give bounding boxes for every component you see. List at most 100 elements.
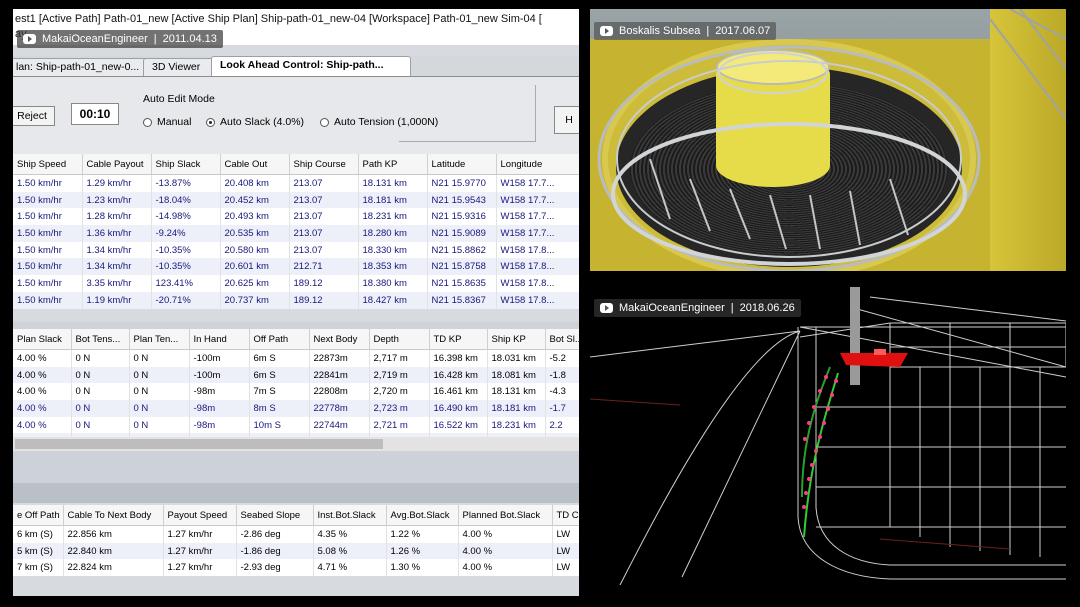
time-field[interactable]: 00:10 [71,103,119,125]
side-button[interactable]: H [554,106,579,134]
table-cell: W158 17.7... [496,174,579,192]
table-cell: -10.35% [151,258,221,276]
table-cell: 213.07 [289,208,359,226]
col-header[interactable]: TD KP [429,329,488,350]
table-cell: -1.7 [545,400,579,417]
col-header[interactable]: Bot Sl... [545,329,579,350]
col-header[interactable]: Next Body [309,329,370,350]
table-cell: 1.22 % [386,525,459,543]
table-cell: W158 17.7... [496,208,579,226]
col-header[interactable]: TD C [552,505,579,526]
table-cell: 18.131 km [487,383,546,401]
col-header[interactable]: Ship KP [487,329,546,350]
col-header[interactable]: Off Path [249,329,310,350]
cable-data-table: Plan Slack Bot Tens... Plan Ten... In Ha… [13,329,579,451]
table-cell: N21 15.9316 [427,208,497,226]
col-header[interactable]: Ship Slack [151,154,221,175]
table-cell: 18.031 km [487,349,546,367]
reject-button[interactable]: Reject [13,106,55,126]
table-cell: 22808m [309,383,370,401]
table-cell: 1.50 km/hr [13,275,83,292]
table-cell: 1.50 km/hr [13,191,83,209]
col-header[interactable]: Cable Out [220,154,290,175]
col-header[interactable]: Avg.Bot.Slack [386,505,459,526]
table-row[interactable]: 1.50 km/hr 3.35 km/hr 123.41% 20.625 km 189.… [13,275,579,292]
table-cell: -100m [189,349,250,367]
col-header[interactable]: Bot Tens... [71,329,130,350]
col-header[interactable]: e Off Path [13,505,64,526]
col-header[interactable]: Plan Slack [13,329,72,350]
table-cell: -14.98% [151,208,221,226]
youtube-icon [600,303,613,313]
table-row[interactable]: 4.00 % 0 N0 N -100m 6m S 22841m 2,719 m 16.428… [13,366,579,384]
col-header[interactable]: Plan Ten... [129,329,190,350]
spacer-area [13,451,579,483]
scrollbar-thumb[interactable] [15,439,383,449]
table-row[interactable]: 1.50 km/hr 1.19 km/hr -20.71% 20.737 km 189.… [13,291,579,309]
table-cell: 0 N [129,349,190,367]
table-cell: 20.493 km [220,208,290,226]
table-row[interactable]: 1.50 km/hr 1.34 km/hr -10.35% 20.601 km 212.… [13,258,579,276]
col-header[interactable]: Ship Speed [13,154,83,175]
table-row[interactable]: 1.50 km/hr 1.36 km/hr -9.24% 20.535 km 213.0… [13,225,579,242]
table-cell: LW [552,542,579,560]
table-header-row: Ship Speed Cable Payout Ship Slack Cable… [13,154,579,175]
table-cell: 0 N [71,400,130,417]
table-row[interactable]: 5 km (S) 22.840 km 1.27 km/hr -1.86 deg 5.08… [13,542,579,560]
col-header[interactable]: Inst.Bot.Slack [313,505,387,526]
table-cell: 16.428 km [429,366,488,384]
table-cell: N21 15.8635 [427,275,497,292]
upload-date: 2017.06.07 [715,25,771,37]
table-row[interactable]: 1.50 km/hr 1.28 km/hr -14.98% 20.493 km 213.… [13,208,579,226]
radio-auto-slack[interactable]: Auto Slack (4.0%) [206,116,304,128]
tab-look-ahead-control[interactable]: Look Ahead Control: Ship-path... [211,56,411,76]
table-row[interactable]: 4.00 % 0 N0 N -100m 6m S 22873m 2,717 m 16.398… [13,349,579,367]
horizontal-scrollbar[interactable] [13,437,579,451]
table-row[interactable]: 4.00 % 0 N0 N -98m 7m S 22808m 2,720 m 16.461 … [13,383,579,401]
table-cell: 1.23 km/hr [82,191,152,209]
table-cell: 0 N [71,366,130,384]
table-cell: 6m S [249,366,310,384]
col-header[interactable]: In Hand [189,329,250,350]
col-header[interactable]: Seabed Slope [236,505,314,526]
table-cell: 20.408 km [220,174,290,192]
col-header[interactable]: Depth [369,329,430,350]
table-cell: 20.601 km [220,258,290,276]
table-cell: 22.840 km [63,542,164,560]
upload-date: 2018.06.26 [739,302,795,314]
col-header[interactable]: Planned Bot.Slack [458,505,553,526]
col-header[interactable]: Path KP [358,154,428,175]
table-cell: 18.353 km [358,258,428,276]
table-row[interactable]: 7 km (S) 22.824 km 1.27 km/hr -2.93 deg 4.71… [13,559,579,577]
section-bar [13,483,579,503]
table-row[interactable]: 4.00 % 0 N0 N -98m 8m S 22778m 2,723 m 16.490 … [13,400,579,417]
col-header[interactable]: Cable Payout [82,154,152,175]
tab-ship-plan[interactable]: lan: Ship-path-01_new-0... [13,58,153,76]
col-header[interactable]: Payout Speed [163,505,237,526]
table-row[interactable]: 6 km (S) 22.856 km 1.27 km/hr -2.86 deg 4.35… [13,525,579,543]
table-row[interactable]: 1.50 km/hr 1.29 km/hr -13.87% 20.408 km 213.… [13,174,579,192]
table-cell: 18.231 km [487,416,546,434]
col-header[interactable]: Longitude [496,154,579,175]
table-cell: 1.19 km/hr [82,291,152,309]
table-cell: 4.35 % [313,525,387,543]
table-cell: -2.93 deg [236,559,314,577]
radio-manual[interactable]: Manual [143,116,191,128]
table-cell: 189.12 [289,275,359,292]
table-cell: W158 17.8... [496,258,579,276]
radio-dot [320,117,329,127]
table-cell: 8m S [249,400,310,417]
table-row[interactable]: 4.00 % 0 N0 N -98m 10m S 22744m 2,721 m 16.522… [13,416,579,434]
table-row[interactable]: 1.50 km/hr 1.34 km/hr -10.35% 20.580 km 213.… [13,241,579,259]
table-cell: 22873m [309,349,370,367]
table-cell: 1.50 km/hr [13,208,83,226]
splitter[interactable] [13,322,579,329]
table-cell: -100m [189,366,250,384]
table-cell: 0 N [129,400,190,417]
table-row[interactable]: 1.50 km/hr 1.23 km/hr -18.04% 20.452 km 213.… [13,191,579,209]
video-badge: MakaiOceanEngineer | 2011.04.13 [17,30,223,48]
col-header[interactable]: Latitude [427,154,497,175]
table-cell: 16.461 km [429,383,488,401]
col-header[interactable]: Ship Course [289,154,359,175]
col-header[interactable]: Cable To Next Body [63,505,164,526]
